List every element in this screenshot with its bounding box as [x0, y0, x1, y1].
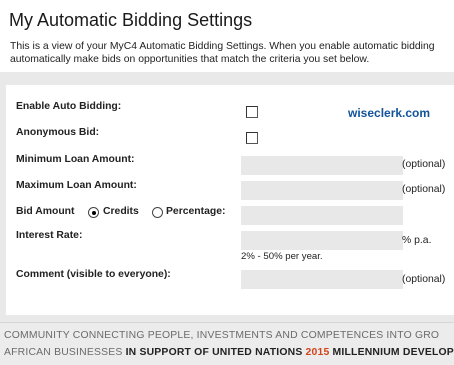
maximum-loan-amount-label: Maximum Loan Amount:: [16, 180, 137, 191]
anonymous-bid-label: Anonymous Bid:: [16, 127, 100, 138]
credits-radio[interactable]: [88, 207, 99, 218]
minimum-loan-amount-label: Minimum Loan Amount:: [16, 154, 135, 165]
credits-radio-label: Credits: [103, 206, 139, 217]
footer-line-2-bold-2: MILLENNIUM DEVELOP: [329, 347, 454, 358]
percentage-radio-label: Percentage:: [166, 206, 226, 217]
interest-rate-note: 2% - 50% per year.: [241, 251, 323, 262]
percentage-radio[interactable]: [152, 207, 163, 218]
footer-line-1: COMMUNITY CONNECTING PEOPLE, INVESTMENTS…: [4, 330, 440, 341]
auto-bidding-form: Enable Auto Bidding: wiseclerk.com Anony…: [6, 85, 454, 315]
description-line-1: This is a view of your MyC4 Automatic Bi…: [10, 41, 435, 52]
comment-input[interactable]: [241, 270, 403, 289]
enable-auto-bidding-label: Enable Auto Bidding:: [16, 101, 122, 112]
comment-hint: (optional): [402, 274, 446, 285]
comment-label: Comment (visible to everyone):: [16, 269, 171, 280]
page-header: My Automatic Bidding Settings This is a …: [0, 0, 454, 72]
watermark-logo: wiseclerk.com: [348, 106, 431, 120]
page-description: This is a view of your MyC4 Automatic Bi…: [10, 40, 454, 66]
footer-line-2-bold-1: IN SUPPORT OF UNITED NATIONS: [125, 347, 306, 358]
page-title: My Automatic Bidding Settings: [9, 10, 253, 30]
maximum-loan-amount-input[interactable]: [241, 181, 403, 200]
description-line-2: automatically make bids on opportunities…: [10, 54, 370, 65]
bid-amount-label: Bid Amount: [16, 206, 75, 217]
maximum-loan-amount-hint: (optional): [402, 184, 446, 195]
minimum-loan-amount-hint: (optional): [402, 159, 446, 170]
footer-line-2: AFRICAN BUSINESSES IN SUPPORT OF UNITED …: [4, 347, 454, 358]
interest-rate-unit: % p.a.: [402, 235, 432, 246]
interest-rate-input[interactable]: [241, 231, 403, 250]
minimum-loan-amount-input[interactable]: [241, 156, 403, 175]
footer-year: 2015: [305, 347, 330, 358]
footer-banner: COMMUNITY CONNECTING PEOPLE, INVESTMENTS…: [0, 322, 454, 365]
bid-amount-input[interactable]: [241, 206, 403, 225]
interest-rate-label: Interest Rate:: [16, 230, 83, 241]
enable-auto-bidding-checkbox[interactable]: [246, 106, 258, 118]
anonymous-bid-checkbox[interactable]: [246, 132, 258, 144]
footer-line-2-prefix: AFRICAN BUSINESSES: [4, 347, 126, 358]
